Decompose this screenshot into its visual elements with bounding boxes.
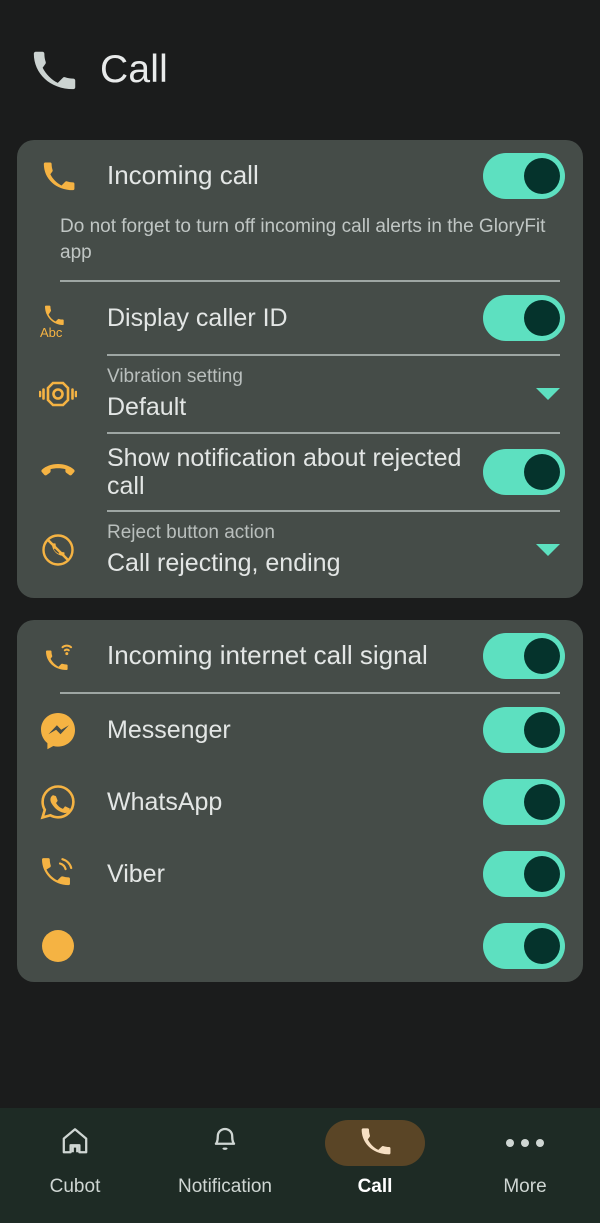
toggle-knob	[524, 453, 560, 490]
svg-text:Abc: Abc	[40, 325, 63, 339]
phone-abc-icon: Abc	[35, 297, 81, 339]
row-vibration-setting-text: Vibration setting Default	[81, 366, 521, 422]
nav-item-notification[interactable]: Notification	[150, 1120, 300, 1198]
row-incoming-call[interactable]: Incoming call	[35, 140, 565, 212]
row-display-caller-id[interactable]: Abc Display caller ID	[35, 282, 565, 354]
row-reject-button-action-label: Reject button action	[107, 521, 275, 543]
row-rejected-call-notification[interactable]: Show notification about rejected call	[35, 434, 565, 510]
toggle-knob	[524, 637, 560, 674]
toggle-app-whatsapp[interactable]	[483, 778, 565, 825]
toggle-rejected-call-notification[interactable]	[483, 448, 565, 495]
toggle-knob	[524, 855, 560, 892]
toggle-app-messenger[interactable]	[483, 706, 565, 753]
list-item[interactable]: WhatsApp	[35, 766, 565, 838]
row-display-caller-id-text: Display caller ID	[81, 304, 469, 332]
row-incoming-call-text: Incoming call	[81, 161, 469, 190]
row-incoming-internet-call-label: Incoming internet call signal	[107, 639, 428, 670]
row-rejected-call-text: Show notification about rejected call	[81, 444, 469, 500]
nav-pill	[475, 1120, 575, 1166]
page-header: Call	[0, 0, 600, 140]
messenger-icon	[35, 710, 81, 750]
row-reject-button-action-text: Reject button action Call rejecting, end…	[81, 522, 521, 578]
phone-icon	[30, 47, 76, 93]
call-reject-circle-icon	[35, 532, 81, 568]
row-vibration-setting[interactable]: Vibration setting Default	[35, 356, 565, 432]
row-display-caller-id-label: Display caller ID	[107, 304, 288, 333]
toggle-knob	[524, 783, 560, 820]
nav-label-call: Call	[357, 1176, 393, 1197]
row-incoming-internet-call-text: Incoming internet call signal	[81, 639, 469, 670]
toggle-app-next[interactable]	[483, 922, 565, 969]
more-dots-icon	[506, 1139, 544, 1147]
row-incoming-internet-call[interactable]: Incoming internet call signal	[35, 620, 565, 692]
list-item[interactable]	[35, 910, 565, 982]
row-reject-button-action-value: Call rejecting, ending	[107, 548, 341, 577]
bell-icon	[209, 1125, 241, 1162]
list-item-label-wrap: Messenger	[81, 716, 469, 744]
row-reject-button-action[interactable]: Reject button action Call rejecting, end…	[35, 512, 565, 588]
call-settings-card: Incoming call Do not forget to turn off …	[17, 140, 583, 598]
page-title: Call	[100, 48, 168, 91]
call-end-icon	[35, 459, 81, 485]
nav-item-cubot[interactable]: Cubot	[0, 1120, 150, 1198]
nav-label-cubot: Cubot	[49, 1176, 101, 1197]
row-vibration-setting-label: Vibration setting	[107, 366, 243, 388]
phone-icon	[359, 1125, 391, 1162]
toggle-knob	[524, 158, 560, 194]
toggle-incoming-internet-call[interactable]	[483, 632, 565, 679]
nav-label-notification: Notification	[178, 1176, 272, 1197]
list-item-label: Viber	[107, 859, 165, 888]
list-item[interactable]: Messenger	[35, 694, 565, 766]
nav-pill-active	[325, 1120, 425, 1166]
nav-label-more: More	[503, 1176, 547, 1197]
list-item-label-wrap: Viber	[81, 860, 469, 888]
toggle-knob	[524, 711, 560, 748]
list-item-label: WhatsApp	[107, 787, 223, 816]
phone-icon	[35, 159, 81, 193]
row-rejected-call-label: Show notification about rejected call	[107, 443, 462, 500]
list-item-label: Messenger	[107, 715, 231, 744]
home-icon	[59, 1125, 91, 1162]
row-incoming-call-label: Incoming call	[107, 160, 259, 191]
chevron-down-icon[interactable]	[531, 533, 565, 567]
nav-pill	[25, 1120, 125, 1166]
toggle-knob	[524, 300, 560, 337]
phone-wifi-icon	[35, 638, 81, 674]
nav-item-call[interactable]: Call	[300, 1120, 450, 1198]
row-vibration-setting-value: Default	[107, 393, 187, 422]
toggle-knob	[524, 927, 560, 964]
viber-icon	[35, 854, 81, 894]
settings-scroll-area[interactable]: Incoming call Do not forget to turn off …	[0, 140, 600, 1108]
chevron-down-icon[interactable]	[531, 377, 565, 411]
nav-item-more[interactable]: More	[450, 1120, 600, 1198]
toggle-app-viber[interactable]	[483, 850, 565, 897]
internet-call-card: Incoming internet call signal Messenger	[17, 619, 583, 982]
call-settings-screen: Call Incoming call Do not forget to turn	[0, 0, 600, 1223]
nav-pill	[175, 1120, 275, 1166]
whatsapp-icon	[35, 782, 81, 822]
toggle-display-caller-id[interactable]	[483, 295, 565, 342]
app-icon	[35, 926, 81, 966]
incoming-call-caption: Do not forget to turn off incoming call …	[60, 216, 546, 264]
vibration-watch-icon	[35, 377, 81, 411]
list-item-label-wrap: WhatsApp	[81, 788, 469, 816]
toggle-incoming-call[interactable]	[483, 153, 565, 199]
list-item[interactable]: Viber	[35, 838, 565, 910]
bottom-navigation: Cubot Notification Call More	[0, 1108, 600, 1223]
